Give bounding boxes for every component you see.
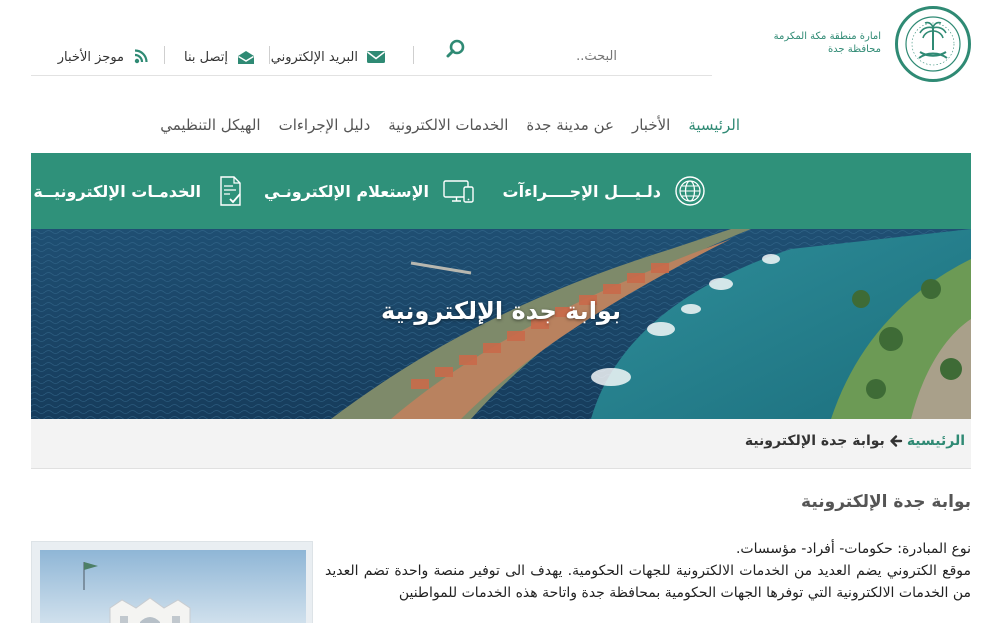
envelope-icon xyxy=(367,51,385,63)
main-navigation: الرئيسية الأخبار عن مدينة جدة الخدمات ال… xyxy=(160,116,740,134)
email-link-label: البريد الإلكتروني xyxy=(270,49,358,65)
band-item-procedures-guide-label: دلـيـــل الإجــــراءآت xyxy=(502,181,661,201)
divider xyxy=(413,46,414,64)
palm-swords-icon xyxy=(905,16,961,72)
band-item-e-inquiry-label: الإستعلام الإلكترونـي xyxy=(264,181,429,201)
hero-title: بوابة جدة الإلكترونية xyxy=(381,297,621,325)
search-input[interactable] xyxy=(442,44,712,68)
description-paragraph: موقع الكتروني يضم العديد من الخدمات الال… xyxy=(325,563,971,601)
org-name-line2: محافظة جدة xyxy=(827,44,881,55)
top-utility-bar: البريد الإلكتروني إتصل بنا موجز الأخبار xyxy=(31,36,712,76)
initiative-type: نوع المبادرة: حكومات- أفراد- مؤسسات. xyxy=(735,541,971,557)
nav-item-procedures-guide[interactable]: دليل الإجراءات xyxy=(279,116,371,134)
contact-link-label: إتصل بنا xyxy=(184,49,228,65)
nav-item-home[interactable]: الرئيسية xyxy=(688,116,740,134)
band-item-e-services[interactable]: الخدمـات الإلكترونيــة xyxy=(33,173,247,209)
hero-banner: بوابة جدة الإلكترونية xyxy=(31,229,971,419)
nav-item-org-structure[interactable]: الهيكل التنظيمي xyxy=(160,116,260,134)
open-envelope-icon xyxy=(238,51,254,64)
nav-item-e-services[interactable]: الخدمات الالكترونية xyxy=(388,116,508,134)
devices-icon xyxy=(443,180,474,203)
breadcrumb-current: بوابة جدة الإلكترونية xyxy=(744,433,885,449)
email-link[interactable]: البريد الإلكتروني xyxy=(271,46,386,68)
organization-name: امارة منطقة مكة المكرمة محافظة جدة xyxy=(761,30,881,56)
nav-item-about-jeddah[interactable]: عن مدينة جدة xyxy=(526,116,614,134)
contact-link[interactable]: إتصل بنا xyxy=(184,46,256,68)
emblem-circle xyxy=(895,6,971,82)
jeddah-gate-image xyxy=(40,550,306,623)
breadcrumb-home[interactable]: الرئيسية xyxy=(907,433,965,449)
divider xyxy=(269,46,270,64)
news-feed-link-label: موجز الأخبار xyxy=(57,49,124,65)
search-icon[interactable] xyxy=(445,38,467,60)
services-band: دلـيـــل الإجــــراءآت الإستعلام الإلكتر… xyxy=(31,153,971,229)
page-title: بوابة جدة الإلكترونية xyxy=(801,492,971,512)
org-name-line1: امارة منطقة مكة المكرمة xyxy=(773,31,881,42)
rss-icon xyxy=(134,49,148,64)
gate-thumbnail xyxy=(31,541,313,623)
band-item-procedures-guide[interactable]: دلـيـــل الإجــــراءآت xyxy=(503,173,707,209)
emblem-logo[interactable] xyxy=(891,6,971,86)
globe-icon xyxy=(675,176,705,206)
divider xyxy=(164,46,165,64)
band-item-e-services-label: الخدمـات الإلكترونيــة xyxy=(33,181,201,201)
band-item-e-inquiry[interactable]: الإستعلام الإلكترونـي xyxy=(264,173,475,209)
breadcrumb-bar: الرئيسية بوابة جدة الإلكترونية xyxy=(31,419,971,469)
nav-item-news[interactable]: الأخبار xyxy=(632,116,670,134)
document-check-icon xyxy=(220,176,241,206)
news-feed-link[interactable]: موجز الأخبار xyxy=(58,46,152,68)
intro-text: نوع المبادرة: حكومات- أفراد- مؤسسات. موق… xyxy=(325,538,971,604)
breadcrumb: الرئيسية بوابة جدة الإلكترونية xyxy=(745,433,965,449)
arrow-left-icon xyxy=(890,435,903,447)
